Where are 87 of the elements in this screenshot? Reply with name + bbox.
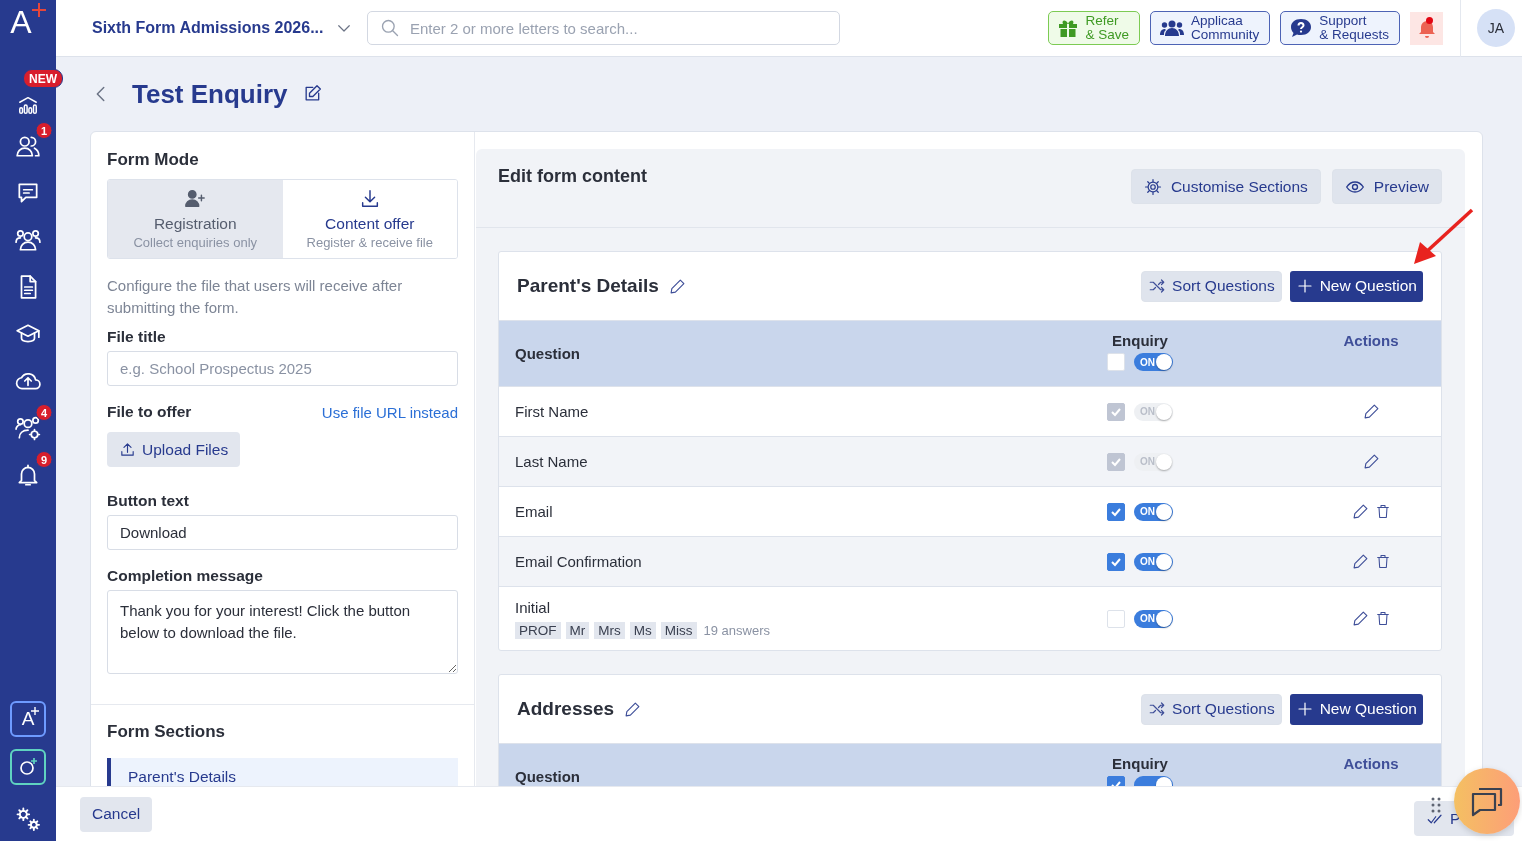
- sort-questions-button[interactable]: Sort Questions: [1141, 693, 1282, 725]
- link[interactable]: Use file URL instead: [321, 404, 458, 421]
- gift-icon: [1058, 18, 1079, 38]
- toggle-switch[interactable]: ON: [1134, 353, 1173, 371]
- mode-option[interactable]: Registration Collect enquiries only: [108, 180, 283, 258]
- drag-handle-icon[interactable]: [1430, 796, 1442, 814]
- new-question-button[interactable]: New Question: [1289, 270, 1423, 302]
- chat-icon: [1470, 785, 1504, 817]
- field-label: File to offer: [107, 403, 192, 421]
- trash-icon[interactable]: [1374, 553, 1391, 570]
- answer-tag: PROF: [515, 621, 561, 639]
- question-label: Initial: [515, 598, 552, 616]
- admissions-selector[interactable]: Sixth Form Admissions 2026...: [92, 19, 324, 37]
- section-list-item[interactable]: Parent's Details: [107, 758, 458, 786]
- column-header: Actions: [1343, 755, 1399, 772]
- count-badge: 4: [35, 404, 53, 421]
- column-header: Question: [515, 345, 581, 362]
- preview-button[interactable]: Preview: [1331, 169, 1442, 204]
- edit-icon[interactable]: [668, 277, 686, 295]
- circle-plus-icon: [18, 757, 38, 777]
- toggle-switch[interactable]: ON: [1134, 609, 1173, 628]
- add-circle-button[interactable]: [10, 749, 46, 785]
- answer-tag: Miss: [660, 621, 697, 639]
- customise-sections-button[interactable]: Customise Sections: [1130, 169, 1321, 204]
- plus-icon: [31, 3, 46, 17]
- group-gear-icon[interactable]: [15, 414, 41, 441]
- shuffle-icon: [1148, 277, 1167, 295]
- column-header: Actions: [1343, 332, 1399, 349]
- search-icon: [380, 18, 400, 38]
- description-text: Configure the file that users will receive after submitting the form.: [107, 276, 404, 318]
- answer-tag: Mr: [565, 621, 590, 639]
- edit-icon[interactable]: [624, 700, 642, 718]
- question-label: Last Name: [515, 453, 589, 470]
- question-label: Email Confirmation: [515, 553, 643, 570]
- new-badge: NEW: [23, 69, 63, 88]
- bell-icon: [1417, 18, 1436, 38]
- add-user-icon: [184, 188, 207, 210]
- upload-icon: [119, 441, 136, 458]
- column-header: Question: [515, 768, 581, 785]
- field-label: Button text: [107, 492, 190, 510]
- edit-icon[interactable]: [1351, 553, 1369, 570]
- field-label: Completion message: [107, 567, 264, 585]
- question-label: First Name: [515, 403, 590, 420]
- answer-tag: Ms: [629, 621, 656, 639]
- toggle-switch[interactable]: ON: [1134, 552, 1173, 571]
- section-heading: Form Mode: [107, 150, 200, 170]
- section-heading: Form Sections: [107, 722, 227, 742]
- trash-icon[interactable]: [1374, 610, 1391, 627]
- text-area[interactable]: Thank you for your interest! Click the button below to download the file.: [107, 590, 458, 674]
- column-header: Enquiry: [1112, 332, 1168, 349]
- settings-icon: [1143, 177, 1162, 196]
- search-box[interactable]: Enter 2 or more letters to search...: [367, 11, 840, 45]
- shuffle-icon: [1148, 700, 1167, 718]
- sort-questions-button[interactable]: Sort Questions: [1141, 270, 1282, 302]
- app-launcher-button[interactable]: A: [10, 701, 46, 737]
- new-question-button[interactable]: New Question: [1289, 693, 1423, 725]
- section-title: Addresses: [517, 698, 615, 720]
- annotation-arrow: [1412, 208, 1474, 266]
- input-field[interactable]: Download: [107, 515, 458, 550]
- answer-tag: Mrs: [594, 621, 625, 639]
- column-header: Enquiry: [1112, 755, 1168, 772]
- field-label: File title: [107, 328, 167, 346]
- upload-button[interactable]: Upload Files: [107, 432, 241, 467]
- edit-icon[interactable]: [1351, 503, 1369, 520]
- question-chat-icon: [1290, 18, 1313, 38]
- answer-count: 19 answers: [703, 622, 770, 638]
- count-badge: 9: [35, 451, 53, 468]
- question-label: Email: [515, 503, 554, 520]
- cancel-button[interactable]: Cancel: [80, 796, 153, 832]
- count-badge: 1: [35, 122, 53, 139]
- checkbox[interactable]: [1107, 502, 1125, 521]
- toggle-switch[interactable]: ON: [1134, 502, 1173, 521]
- input-field[interactable]: e.g. School Prospectus 2025: [107, 351, 458, 386]
- section-title: Parent's Details: [517, 275, 659, 297]
- checkbox[interactable]: [1107, 552, 1125, 571]
- settings-icon[interactable]: [14, 805, 42, 833]
- people-group-icon: [1159, 18, 1184, 38]
- user-avatar[interactable]: JA: [1477, 9, 1515, 47]
- search-field[interactable]: Enter 2 or more letters to search...: [408, 18, 839, 38]
- page-title: Test Enquiry: [132, 78, 288, 110]
- trash-icon[interactable]: [1374, 503, 1391, 520]
- support-button[interactable]: Support & Requests: [1280, 11, 1400, 45]
- panel-title: Edit form content: [498, 166, 647, 187]
- edit-icon[interactable]: [1351, 610, 1369, 627]
- notification-button[interactable]: [1410, 11, 1443, 45]
- community-button[interactable]: Applicaa Community: [1149, 11, 1271, 45]
- logo[interactable]: A: [10, 6, 32, 38]
